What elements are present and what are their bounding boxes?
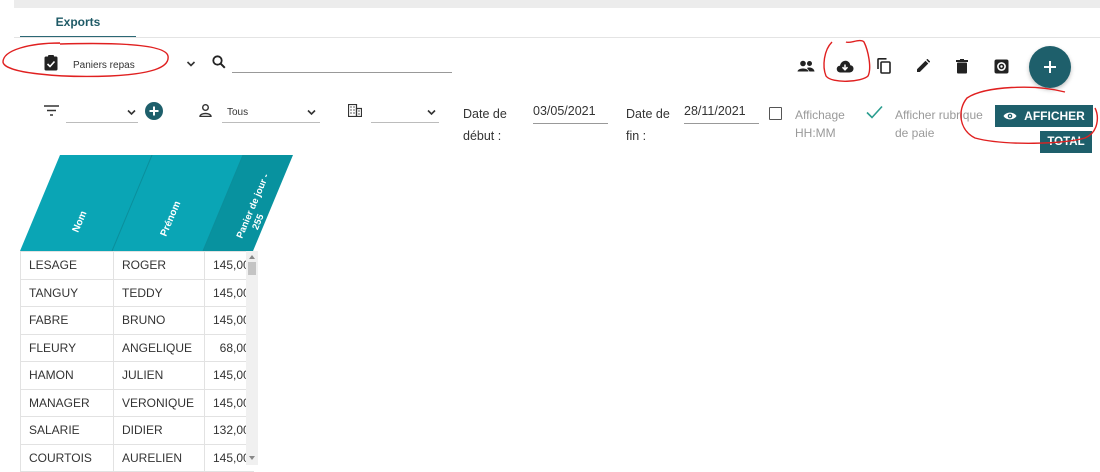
chevron-down-icon bbox=[127, 109, 136, 116]
annotation-circle-afficher bbox=[960, 86, 1098, 144]
add-filter-button[interactable] bbox=[145, 102, 163, 120]
chevron-down-icon bbox=[427, 109, 436, 116]
scroll-thumb[interactable] bbox=[248, 262, 256, 275]
window-top-bar bbox=[14, 0, 1100, 8]
edit-button[interactable] bbox=[910, 53, 936, 79]
person-icon bbox=[199, 104, 212, 117]
cell-prenom: ANGELIQUE bbox=[113, 333, 205, 362]
settings-icon bbox=[994, 59, 1009, 74]
cell-nom: HAMON bbox=[20, 361, 114, 390]
cell-prenom: JULIEN bbox=[113, 361, 205, 390]
cell-prenom: TEDDY bbox=[113, 278, 205, 307]
table-row[interactable]: FLEURY ANGELIQUE 68,00 bbox=[20, 333, 254, 362]
copy-icon bbox=[877, 58, 891, 74]
delete-icon bbox=[956, 58, 968, 74]
building-icon bbox=[348, 104, 362, 117]
filter-select[interactable] bbox=[66, 103, 138, 123]
cell-prenom: BRUNO bbox=[113, 306, 205, 335]
chevron-down-icon bbox=[186, 60, 196, 68]
date-fin-label: Date de fin : bbox=[626, 107, 670, 143]
annotation-circle-report bbox=[2, 42, 169, 78]
checkmark-icon[interactable] bbox=[866, 105, 883, 119]
table-scrollbar[interactable] bbox=[246, 251, 258, 465]
table-row[interactable]: TANGUY TEDDY 145,00 bbox=[20, 278, 254, 307]
cell-nom: LESAGE bbox=[20, 251, 114, 280]
cell-prenom: DIDIER bbox=[113, 416, 205, 445]
scroll-down-arrow[interactable] bbox=[249, 456, 255, 460]
cell-nom: FABRE bbox=[20, 306, 114, 335]
data-table: LESAGE ROGER 145,00 TANGUY TEDDY 145,00 FABRE B… bbox=[20, 251, 254, 472]
settings-button[interactable] bbox=[988, 53, 1014, 79]
annotation-circle-download bbox=[823, 39, 871, 82]
cell-prenom: ROGER bbox=[113, 251, 205, 280]
cell-nom: MANAGER bbox=[20, 388, 114, 417]
cell-nom: SALARIE bbox=[20, 416, 114, 445]
affichage-label: Affichage HH:MM bbox=[795, 108, 845, 140]
table-row[interactable]: LESAGE ROGER 145,00 bbox=[20, 251, 254, 280]
table-row[interactable]: COURTOIS AURELIEN 145,00 bbox=[20, 443, 254, 472]
cell-nom: FLEURY bbox=[20, 333, 114, 362]
date-fin-input[interactable]: 28/11/2021 bbox=[684, 104, 759, 124]
tab-exports[interactable]: Exports bbox=[20, 8, 136, 38]
cell-nom: COURTOIS bbox=[20, 443, 114, 472]
table-row[interactable]: MANAGER VERONIQUE 145,00 bbox=[20, 388, 254, 417]
table-row[interactable]: FABRE BRUNO 145,00 bbox=[20, 306, 254, 335]
delete-button[interactable] bbox=[949, 53, 975, 79]
search-input[interactable] bbox=[232, 55, 452, 73]
users-button[interactable] bbox=[793, 53, 819, 79]
cell-prenom: AURELIEN bbox=[113, 443, 205, 472]
plus-icon bbox=[149, 106, 159, 116]
table-row[interactable]: HAMON JULIEN 145,00 bbox=[20, 361, 254, 390]
add-icon bbox=[1043, 60, 1057, 74]
cell-prenom: VERONIQUE bbox=[113, 388, 205, 417]
date-debut-label: Date de début : bbox=[463, 107, 507, 143]
building-select[interactable] bbox=[371, 103, 439, 123]
date-debut-input[interactable]: 03/05/2021 bbox=[533, 104, 608, 124]
tabs-divider bbox=[14, 37, 1100, 38]
affichage-checkbox[interactable] bbox=[769, 107, 782, 120]
table-header: Nom Prénom Panier de jour - 255 bbox=[20, 155, 293, 252]
cell-nom: TANGUY bbox=[20, 278, 114, 307]
search-icon[interactable] bbox=[212, 55, 226, 69]
copy-button[interactable] bbox=[871, 53, 897, 79]
filter-list-icon bbox=[44, 105, 59, 116]
person-select[interactable]: Tous bbox=[222, 103, 320, 123]
chevron-down-icon bbox=[307, 109, 316, 116]
edit-icon bbox=[916, 59, 930, 73]
scroll-up-arrow[interactable] bbox=[249, 255, 255, 259]
table-row[interactable]: SALARIE DIDIER 132,00 bbox=[20, 416, 254, 445]
person-select-value: Tous bbox=[227, 107, 249, 118]
users-icon bbox=[797, 60, 815, 72]
